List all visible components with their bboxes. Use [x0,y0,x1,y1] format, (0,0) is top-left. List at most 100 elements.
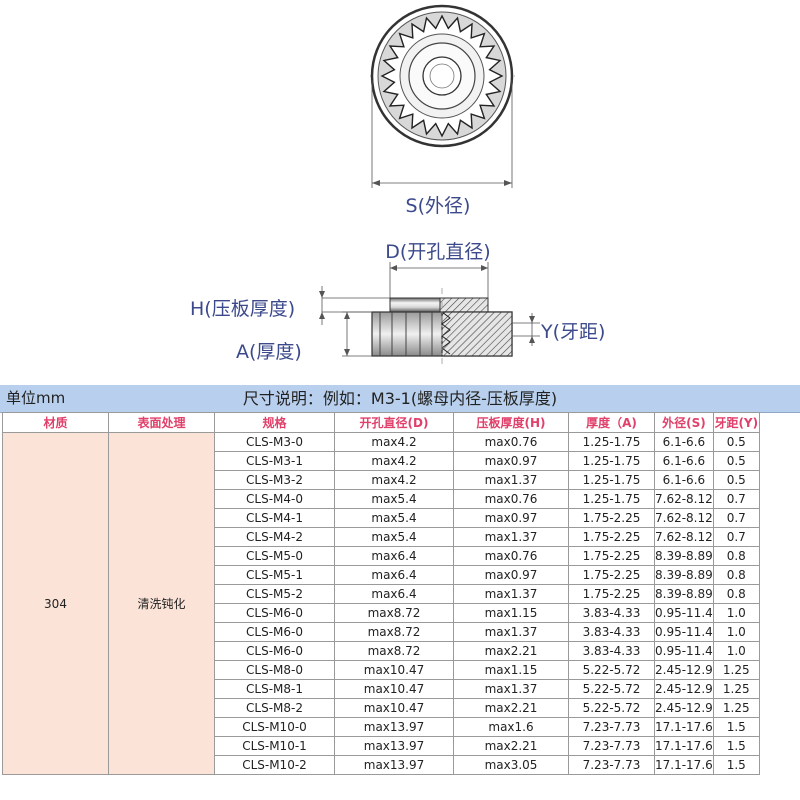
d-dimension [389,262,489,300]
table-cell: max8.72 [334,622,454,642]
table-header-row: 材质 表面处理 规格 开孔直径(D) 压板厚度(H) 厚度（A) 外径(S) 牙距(Y) [2,412,760,433]
column-header: 厚度（A) [568,412,655,433]
a-dimension [342,311,372,357]
table-cell: CLS-M8-2 [214,698,335,718]
table-cell: CLS-M4-1 [214,508,335,528]
table-cell: 7.23-7.73 [568,736,655,756]
table-cell: 7.62-8.12 [654,508,714,528]
table-cell: 3.83-4.33 [568,622,655,642]
nut-side-view [371,288,513,365]
table-cell: 0.7 [712,527,760,547]
y-dimension [512,313,540,346]
table-cell: max4.2 [334,451,454,471]
column-header: 牙距(Y) [712,412,760,433]
table-cell: 8.39-8.89 [654,565,714,585]
table-cell: 8.39-8.89 [654,584,714,604]
table-cell: 0.95-11.4 [654,603,714,623]
table-cell: max2.21 [453,641,569,661]
table-cell: 1.0 [712,622,760,642]
table-cell: 17.1-17.6 [654,717,714,737]
table-cell: max1.37 [453,527,569,547]
column-header: 规格 [214,412,335,433]
table-cell: 1.5 [712,755,760,775]
table-cell: 5.22-5.72 [568,660,655,680]
table-cell: 6.1-6.6 [654,432,714,452]
table-cell: 1.25-1.75 [568,489,655,509]
table-cell: max0.76 [453,432,569,452]
table-cell: 1.75-2.25 [568,508,655,528]
table-cell: max4.2 [334,470,454,490]
material-cell: 304 [2,432,109,775]
table-cell: CLS-M5-2 [214,584,335,604]
table-cell: max1.15 [453,603,569,623]
table-cell: 1.25 [712,660,760,680]
table-cell: CLS-M3-2 [214,470,335,490]
table-cell: CLS-M8-0 [214,660,335,680]
column-header: 外径(S) [654,412,714,433]
table-cell: max5.4 [334,508,454,528]
table-cell: CLS-M3-0 [214,432,335,452]
label-a: A(厚度) [236,341,302,363]
table-cell: 6.1-6.6 [654,451,714,471]
label-y: Y(牙距) [540,321,605,343]
table-cell: 17.1-17.6 [654,736,714,756]
table-cell: max2.21 [453,736,569,756]
table-cell: max10.47 [334,698,454,718]
table-cell: CLS-M8-1 [214,679,335,699]
table-cell: 6.1-6.6 [654,470,714,490]
table-cell: max0.97 [453,565,569,585]
column-header: 压板厚度(H) [453,412,569,433]
table-cell: CLS-M10-0 [214,717,335,737]
table-cell: CLS-M6-0 [214,603,335,623]
table-cell: 1.75-2.25 [568,527,655,547]
spec-table: 材质 表面处理 规格 开孔直径(D) 压板厚度(H) 厚度（A) 外径(S) 牙距(Y) 30… [2,412,760,775]
table-cell: 1.25-1.75 [568,451,655,471]
table-cell: max2.21 [453,698,569,718]
table-cell: 1.25-1.75 [568,432,655,452]
table-cell: max3.05 [453,755,569,775]
table-cell: CLS-M10-2 [214,755,335,775]
table-cell: 1.75-2.25 [568,584,655,604]
table-cell: 1.25-1.75 [568,470,655,490]
table-cell: CLS-M5-0 [214,546,335,566]
table-cell: CLS-M5-1 [214,565,335,585]
table-cell: 0.7 [712,489,760,509]
table-cell: max6.4 [334,546,454,566]
table-cell: 2.45-12.9 [654,698,714,718]
table-cell: 7.62-8.12 [654,489,714,509]
table-cell: CLS-M4-0 [214,489,335,509]
table-cell: max4.2 [334,432,454,452]
table-cell: 1.25 [712,679,760,699]
table-cell: 0.95-11.4 [654,622,714,642]
table-cell: 3.83-4.33 [568,641,655,661]
table-cell: max0.76 [453,546,569,566]
table-cell: max10.47 [334,660,454,680]
table-cell: 0.8 [712,565,760,585]
table-row: 304 清洗钝化 CLS-M3-0 max4.2 max0.76 1.25-1.75 6.1… [2,432,760,775]
column-header: 材质 [2,412,109,433]
column-header: 开孔直径(D) [334,412,454,433]
table-cell: CLS-M3-1 [214,451,335,471]
table-cell: max13.97 [334,717,454,737]
table-cell: 1.25 [712,698,760,718]
nut-technical-drawing: S(外径) D(开孔直径) H(压板厚度) A(厚度) Y(牙距) [190,4,605,365]
surface-treatment-cell: 清洗钝化 [108,432,215,775]
table-cell: CLS-M6-0 [214,622,335,642]
table-cell: max0.76 [453,489,569,509]
table-cell: max10.47 [334,679,454,699]
table-cell: 7.23-7.73 [568,755,655,775]
table-cell: 0.7 [712,508,760,528]
label-d: D(开孔直径) [385,241,490,263]
table-cell: 1.5 [712,736,760,756]
table-cell: max13.97 [334,736,454,756]
table-cell: 1.5 [712,717,760,737]
table-cell: 1.0 [712,603,760,623]
table-cell: 0.95-11.4 [654,641,714,661]
table-cell: max6.4 [334,584,454,604]
table-cell: 0.8 [712,546,760,566]
table-cell: 2.45-12.9 [654,660,714,680]
table-cell: 1.75-2.25 [568,565,655,585]
table-cell: 0.5 [712,451,760,471]
column-header: 表面处理 [108,412,215,433]
table-cell: max0.97 [453,508,569,528]
